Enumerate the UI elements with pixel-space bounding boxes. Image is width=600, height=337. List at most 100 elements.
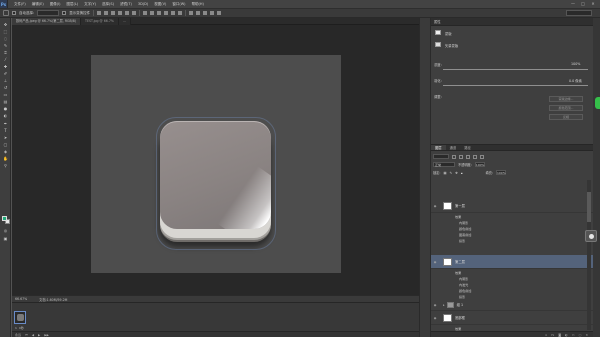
visibility-eye-icon[interactable]: ◉: [431, 303, 439, 307]
mask-edge-button[interactable]: 蒙版边缘...: [549, 96, 583, 102]
menu-type[interactable]: 文字(Y): [84, 2, 96, 7]
tab-channels[interactable]: 通道: [446, 145, 461, 150]
menu-layer[interactable]: 图层(L): [66, 2, 78, 7]
auto-select-dropdown[interactable]: [37, 10, 60, 16]
3d-scale-icon[interactable]: [217, 11, 222, 15]
history-brush-tool-icon[interactable]: ↺: [2, 85, 9, 90]
lock-all-icon[interactable]: 🔒︎: [461, 171, 463, 175]
clone-stamp-tool-icon[interactable]: ⊥: [2, 78, 9, 83]
eraser-tool-icon[interactable]: ▭: [2, 92, 9, 97]
3d-slide-icon[interactable]: [210, 11, 215, 15]
vector-mask-icon[interactable]: [435, 42, 441, 47]
distribute-top-icon[interactable]: [143, 11, 148, 15]
frame-time[interactable]: 0秒: [19, 326, 24, 330]
filter-type-icon[interactable]: [466, 154, 470, 159]
distribute-right-icon[interactable]: [178, 11, 183, 15]
feather-slider[interactable]: [443, 85, 588, 86]
effect-item[interactable]: 内阴影: [459, 220, 468, 225]
add-mask-icon[interactable]: ◙: [558, 333, 561, 337]
effect-item[interactable]: 颜色叠加: [459, 226, 471, 231]
filter-shape-icon[interactable]: [473, 154, 477, 159]
distribute-bottom-icon[interactable]: [157, 11, 162, 15]
density-value[interactable]: 100%: [571, 62, 580, 66]
align-left-icon[interactable]: [118, 11, 123, 15]
document-tab-1[interactable]: 数码产品.jpeg @ 66.7%(第二层, RGB/8): [12, 18, 82, 25]
eyedropper-tool-icon[interactable]: ⁄: [2, 57, 9, 62]
new-group-icon[interactable]: ▭: [572, 333, 575, 337]
menu-filter[interactable]: 滤镜(T): [120, 2, 132, 7]
quick-mask-icon[interactable]: ◎: [2, 228, 9, 233]
group-expand-icon[interactable]: ▸: [443, 303, 445, 307]
distribute-middle-icon[interactable]: [150, 11, 155, 15]
quick-select-tool-icon[interactable]: ✎: [2, 43, 9, 48]
blend-mode-dropdown[interactable]: 正常: [433, 162, 455, 167]
link-layers-icon[interactable]: ∞: [545, 333, 548, 337]
effect-item[interactable]: 内阴影: [459, 276, 468, 281]
menu-select[interactable]: 选择(S): [102, 2, 114, 7]
dodge-tool-icon[interactable]: ◐: [2, 113, 9, 118]
menu-file[interactable]: 文件(F): [14, 2, 26, 7]
align-bottom-icon[interactable]: [111, 11, 116, 15]
effect-item[interactable]: 图案叠加: [459, 232, 471, 237]
gradient-tool-icon[interactable]: ▤: [2, 99, 9, 104]
hand-tool-icon[interactable]: ✋: [2, 156, 9, 161]
layer-name[interactable]: 底部框: [455, 315, 465, 320]
tab-layers[interactable]: 图层: [431, 145, 446, 150]
distribute-center-icon[interactable]: [171, 11, 176, 15]
layers-scrollbar[interactable]: [587, 180, 591, 330]
delete-layer-icon[interactable]: ✕: [585, 333, 588, 337]
effect-item[interactable]: 颜色叠加: [459, 288, 471, 293]
move-tool-icon[interactable]: [3, 10, 9, 16]
next-frame-icon[interactable]: ▶▶: [44, 333, 49, 337]
new-layer-icon[interactable]: ▢: [579, 333, 582, 337]
layer-name[interactable]: 第一层: [455, 203, 465, 208]
layer-row-first[interactable]: ◉ 第一层 fx: [431, 199, 594, 213]
effect-item[interactable]: 内发光: [459, 282, 468, 287]
visibility-eye-icon[interactable]: ◉: [431, 204, 439, 208]
menu-edit[interactable]: 编辑(E): [32, 2, 44, 7]
menu-window[interactable]: 窗口(W): [172, 2, 185, 7]
canvas-area[interactable]: [12, 25, 419, 295]
effect-item[interactable]: 投影: [459, 238, 465, 243]
document-tab-3[interactable]: ...: [118, 18, 131, 25]
feather-value[interactable]: 0.0 像素: [569, 78, 582, 83]
menu-help[interactable]: 帮助(H): [192, 2, 204, 7]
menu-view[interactable]: 视图(V): [154, 2, 166, 7]
first-frame-icon[interactable]: ⏮: [25, 333, 28, 337]
density-slider[interactable]: [443, 69, 588, 70]
move-tool-icon[interactable]: ✥: [2, 22, 9, 27]
workspace-switcher[interactable]: [566, 10, 592, 16]
zoom-tool-icon[interactable]: ⚲: [2, 163, 9, 168]
maximize-button[interactable]: □: [580, 1, 586, 6]
close-button[interactable]: ✕: [590, 1, 596, 6]
filter-kind-dropdown[interactable]: [433, 154, 449, 159]
align-center-icon[interactable]: [125, 11, 130, 15]
align-middle-icon[interactable]: [104, 11, 109, 15]
prev-frame-icon[interactable]: ◀: [32, 333, 34, 337]
shape-tool-icon[interactable]: ▢: [2, 142, 9, 147]
filter-adjustment-icon[interactable]: [459, 154, 463, 159]
layer-name[interactable]: 组 1: [457, 302, 463, 307]
filter-smart-object-icon[interactable]: [480, 154, 484, 159]
zoom-level[interactable]: 66.67%: [15, 297, 27, 301]
floating-helper-icon[interactable]: [585, 230, 597, 242]
brush-tool-icon[interactable]: ✐: [2, 71, 9, 76]
document-info[interactable]: 文档:1.60M/59.2M: [39, 297, 67, 302]
opacity-input[interactable]: 100%: [474, 162, 485, 167]
menu-3d[interactable]: 3D(D): [138, 2, 148, 6]
adjustment-layer-icon[interactable]: ◐: [565, 333, 568, 337]
marquee-tool-icon[interactable]: ⬚: [2, 29, 9, 34]
lock-move-icon[interactable]: ✥: [455, 171, 458, 175]
play-icon[interactable]: ▶: [38, 333, 40, 337]
color-range-button[interactable]: 颜色范围...: [549, 105, 583, 111]
layer-row-group[interactable]: ◉ ▸ 组 1: [431, 299, 594, 311]
crop-tool-icon[interactable]: ⌗: [2, 50, 9, 55]
show-transform-checkbox[interactable]: [62, 11, 67, 15]
tab-paths[interactable]: 路径: [460, 145, 475, 150]
3d-tool-icon[interactable]: ◈: [2, 149, 9, 154]
layer-row-bottom[interactable]: ◉ 底部框 fx: [431, 311, 594, 325]
3d-mode-icon[interactable]: [189, 11, 194, 15]
healing-brush-tool-icon[interactable]: ✚: [2, 64, 9, 69]
properties-title[interactable]: 属性: [434, 20, 441, 24]
loop-option[interactable]: 永远: [15, 333, 21, 337]
